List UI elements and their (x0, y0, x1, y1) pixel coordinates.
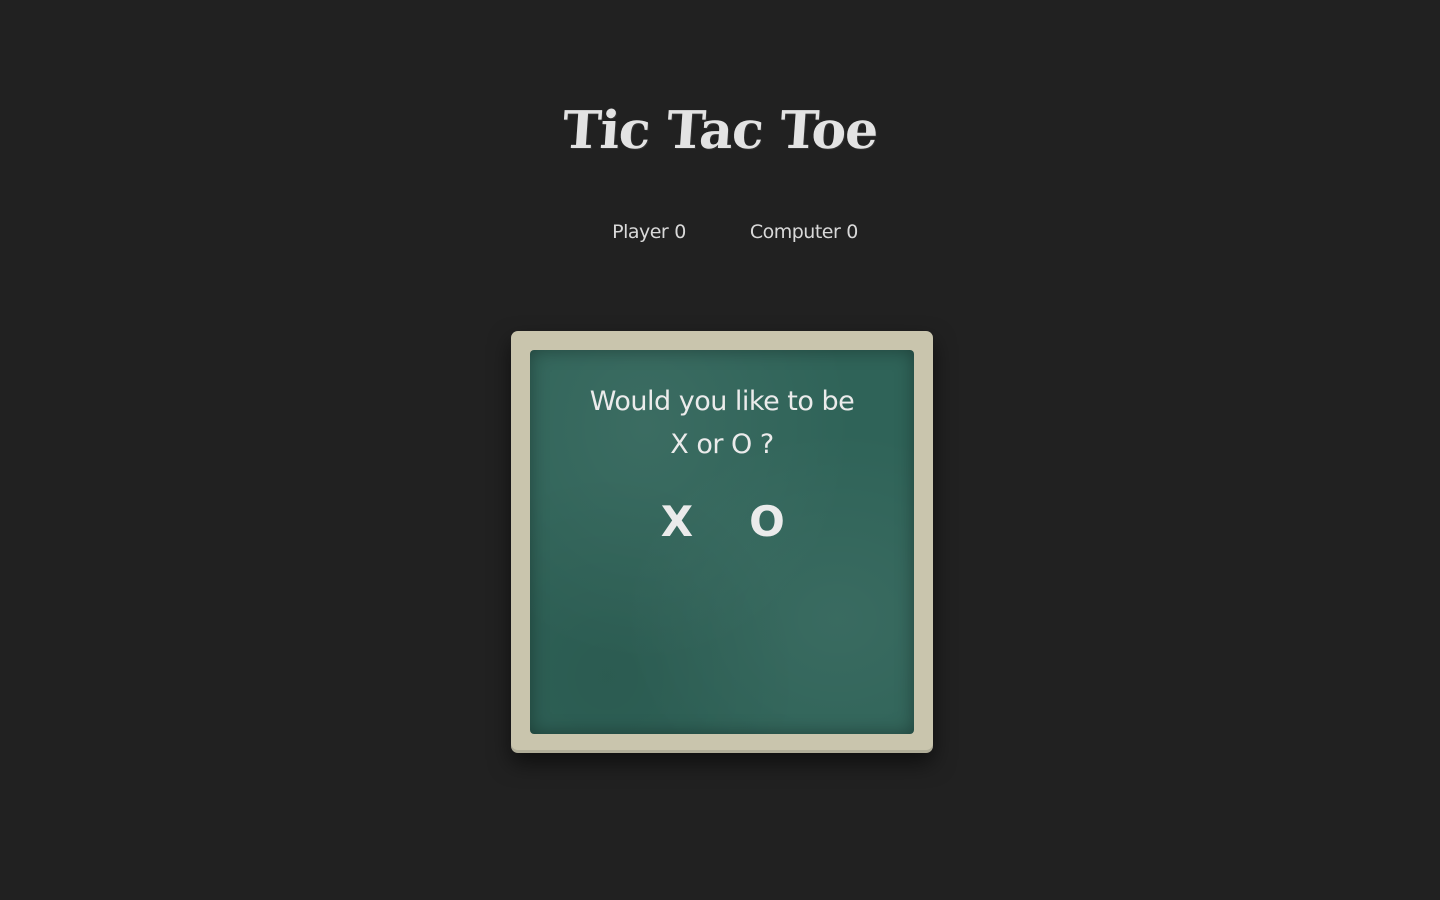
player-score: Player 0 (582, 221, 686, 243)
symbol-choices: X O (530, 497, 914, 546)
choose-x-button[interactable]: X (657, 497, 697, 546)
choose-o-button[interactable]: O (747, 497, 787, 546)
scoreboard: Player 0 Computer 0 (0, 221, 1440, 243)
player-score-value: 0 (674, 221, 686, 243)
symbol-question: Would you like to be X or O ? (530, 380, 914, 466)
page: Tic Tac Toe Player 0 Computer 0 Would yo… (0, 0, 1440, 900)
player-score-label: Player (612, 221, 669, 243)
question-line-1: Would you like to be (589, 386, 855, 417)
question-line-2: X or O ? (670, 429, 774, 460)
computer-score-label: Computer (749, 221, 841, 243)
computer-score-value: 0 (846, 221, 858, 243)
page-title: Tic Tac Toe (560, 100, 880, 161)
computer-score: Computer 0 (720, 221, 859, 243)
chalkboard-frame: Would you like to be X or O ? X O (511, 331, 933, 753)
chalkboard: Would you like to be X or O ? X O (530, 350, 914, 734)
